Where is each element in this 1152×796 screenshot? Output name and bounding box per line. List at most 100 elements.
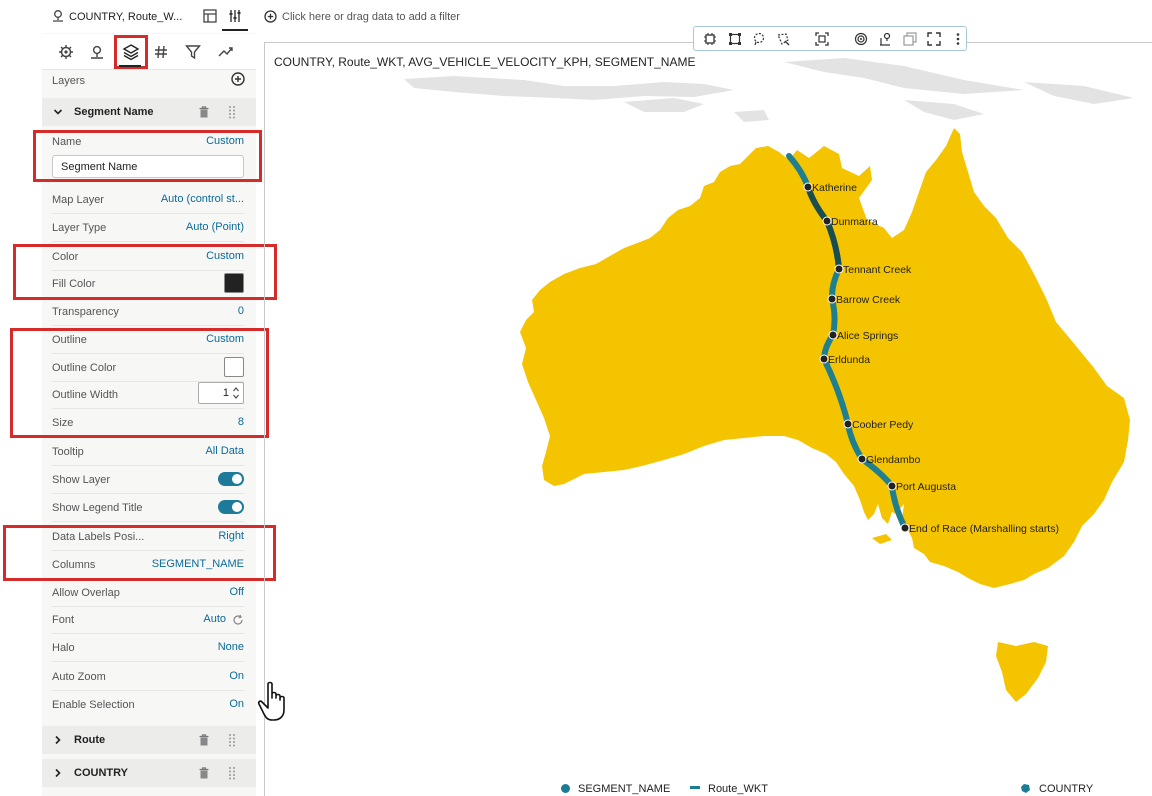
size-row: Size 8 [52, 409, 244, 437]
map-view[interactable]: Katherine Dunmarra Tennant Creek Barrow Cre… [264, 42, 1152, 782]
auto-zoom-row: Auto Zoom On [52, 663, 244, 691]
legend-label: SEGMENT_NAME [578, 783, 671, 795]
enable-selection-label: Enable Selection [52, 699, 135, 711]
layer-section-country[interactable]: COUNTRY [42, 759, 256, 787]
outline-width-value[interactable]: 1 [223, 387, 229, 399]
section-title: COUNTRY [74, 767, 128, 779]
show-layer-row: Show Layer [52, 466, 244, 494]
segment-label: Erldunda [828, 354, 870, 366]
segment-point[interactable] [857, 454, 867, 464]
halo-value[interactable]: None [218, 641, 244, 653]
segment-point[interactable] [803, 182, 813, 192]
trend-icon[interactable] [217, 43, 235, 61]
enable-selection-value[interactable]: On [229, 698, 244, 710]
segment-point[interactable] [822, 216, 832, 226]
hash-icon[interactable] [152, 43, 170, 61]
active-tab-underline [222, 29, 248, 31]
segment-label: Glendambo [866, 454, 920, 466]
layer-section-segment-name[interactable]: Segment Name [42, 98, 256, 126]
polygon-select-icon[interactable] [776, 32, 790, 46]
hand-cursor-icon [257, 681, 285, 721]
drag-handle-icon[interactable] [228, 766, 236, 780]
legend-label: COUNTRY [1039, 783, 1094, 795]
chevron-right-icon[interactable] [52, 767, 64, 779]
show-layer-toggle[interactable] [218, 472, 244, 486]
select-rect-icon[interactable] [728, 32, 742, 46]
allow-overlap-value[interactable]: Off [230, 586, 244, 598]
drag-handle-icon[interactable] [228, 105, 236, 119]
chevron-down-icon[interactable] [52, 106, 64, 118]
fill-color-swatch[interactable] [224, 273, 244, 293]
add-filter-icon[interactable] [264, 10, 277, 23]
segment-point[interactable] [843, 419, 853, 429]
color-label: Color [52, 251, 79, 263]
filter-prompt[interactable]: Click here or drag data to add a filter [282, 11, 460, 23]
trash-icon[interactable] [198, 733, 210, 747]
filter-icon[interactable] [184, 43, 202, 61]
outline-value[interactable]: Custom [206, 333, 244, 345]
fill-color-label: Fill Color [52, 278, 96, 290]
properties-sliders-icon[interactable] [225, 6, 245, 26]
outline-color-swatch[interactable] [224, 357, 244, 377]
font-value[interactable]: Auto [203, 613, 226, 625]
name-row: Name Custom [52, 128, 244, 156]
enable-selection-row: Enable Selection On [52, 691, 244, 719]
pin-icon[interactable] [88, 43, 106, 61]
show-legend-title-toggle[interactable] [218, 500, 244, 514]
pin-cluster-icon[interactable] [878, 32, 892, 46]
section-title: Route [74, 734, 106, 746]
columns-label: Columns [52, 559, 96, 571]
name-value[interactable]: Custom [206, 135, 244, 147]
layer-section-route[interactable]: Route [42, 726, 256, 754]
map-layer-value[interactable]: Auto (control st... [161, 193, 244, 205]
lasso-icon[interactable] [752, 32, 766, 46]
color-row: Color Custom [52, 243, 244, 271]
legend-item-route[interactable]: Route_WKT [690, 783, 768, 795]
segment-point[interactable] [887, 481, 897, 491]
outline-width-stepper[interactable]: 1 [198, 382, 244, 404]
legend-point-marker [561, 784, 570, 793]
copy-icon[interactable] [903, 32, 917, 46]
segment-point[interactable] [827, 294, 837, 304]
fullscreen-icon[interactable] [927, 32, 941, 46]
more-icon[interactable] [951, 32, 965, 46]
auto-zoom-value[interactable]: On [229, 670, 244, 682]
segment-label: Dunmarra [831, 216, 878, 228]
data-labels-position-value[interactable]: Right [218, 530, 244, 542]
outline-color-row: Outline Color [52, 354, 244, 382]
legend-item-segment-name[interactable]: SEGMENT_NAME [561, 783, 670, 795]
grid-view-icon[interactable] [200, 6, 220, 26]
stepper-arrows-icon[interactable] [232, 385, 240, 401]
target-icon[interactable] [854, 32, 868, 46]
fill-color-row: Fill Color [52, 270, 244, 298]
tooltip-value[interactable]: All Data [205, 445, 244, 457]
color-value[interactable]: Custom [206, 250, 244, 262]
segment-point[interactable] [900, 523, 910, 533]
segment-point[interactable] [819, 354, 829, 364]
layer-type-value[interactable]: Auto (Point) [186, 221, 244, 233]
transparency-row: Transparency 0 [52, 298, 244, 326]
segment-point[interactable] [828, 330, 838, 340]
segment-label: Tennant Creek [843, 264, 912, 276]
gear-icon[interactable] [57, 43, 75, 61]
add-layer-icon[interactable] [230, 71, 246, 87]
segment-point[interactable] [834, 264, 844, 274]
transparency-value[interactable]: 0 [238, 305, 244, 317]
drag-handle-icon[interactable] [228, 733, 236, 747]
trash-icon[interactable] [198, 766, 210, 780]
island-kangaroo [872, 534, 892, 544]
layer-name-input[interactable]: Segment Name [52, 155, 244, 178]
reset-icon[interactable] [232, 614, 244, 626]
columns-value[interactable]: SEGMENT_NAME [152, 558, 244, 570]
data-labels-position-label: Data Labels Posi... [52, 531, 145, 543]
show-layer-label: Show Layer [52, 474, 111, 486]
size-value[interactable]: 8 [238, 416, 244, 428]
chip-icon[interactable] [703, 32, 717, 46]
chevron-right-icon[interactable] [52, 734, 64, 746]
map-pin-icon [53, 10, 63, 22]
legend-item-country[interactable]: COUNTRY [1020, 783, 1093, 795]
trash-icon[interactable] [198, 105, 210, 119]
allow-overlap-label: Allow Overlap [52, 587, 120, 599]
outline-row: Outline Custom [52, 326, 244, 354]
zoom-to-fit-icon[interactable] [815, 32, 829, 46]
